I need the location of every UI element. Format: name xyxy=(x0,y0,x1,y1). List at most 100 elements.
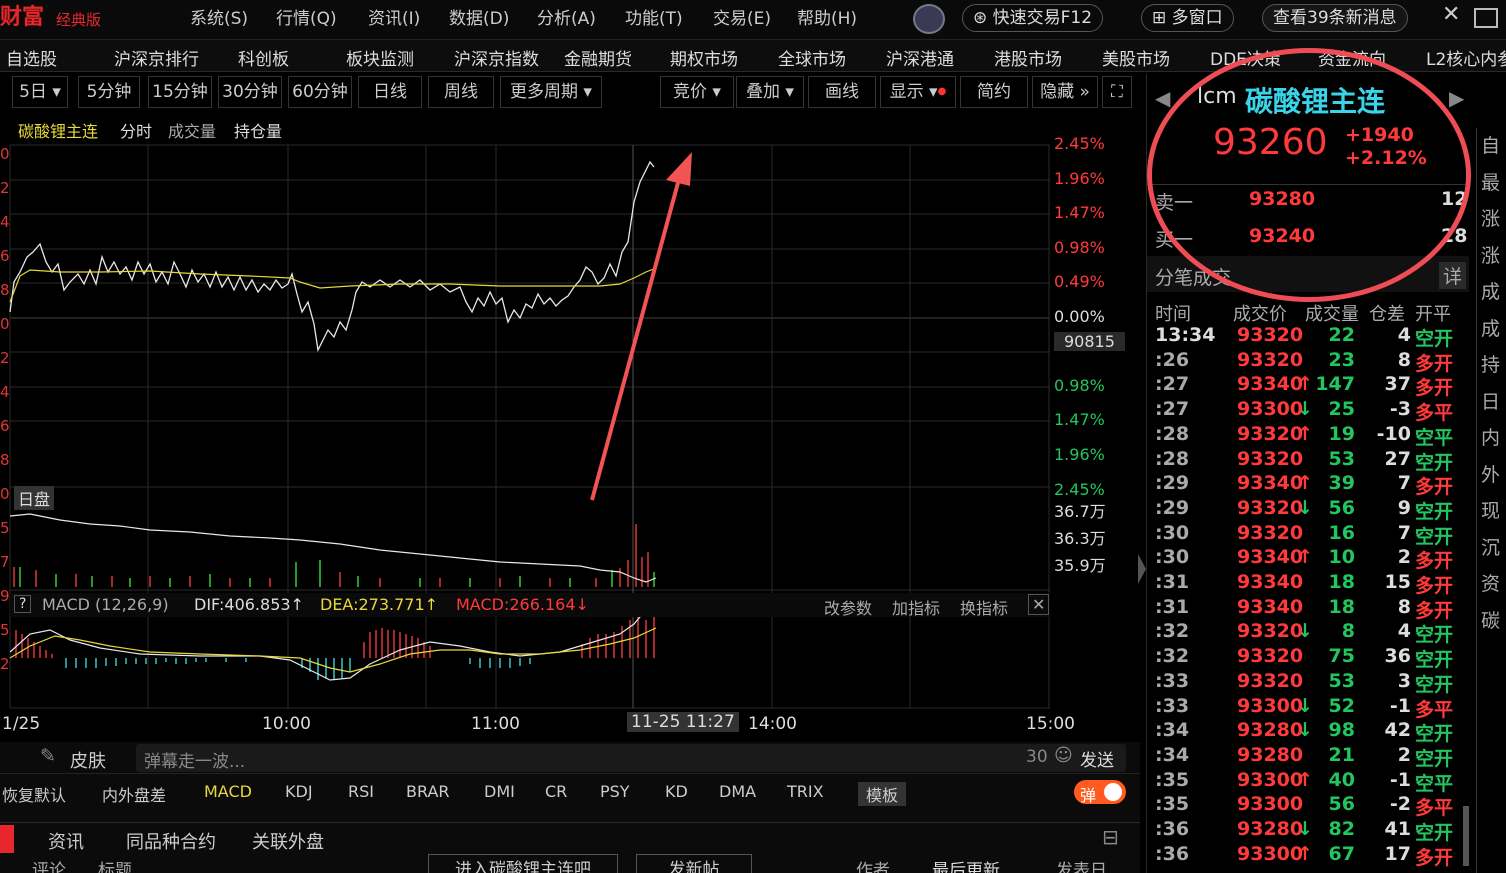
prev-instrument-icon[interactable]: ◀ xyxy=(1155,86,1170,110)
indicator-kdj[interactable]: KDJ xyxy=(285,782,313,801)
period-5day[interactable]: 5日 ▾ xyxy=(12,76,68,108)
side-label[interactable]: 成 xyxy=(1481,274,1506,311)
tool-simple[interactable]: 简约 xyxy=(960,76,1028,108)
side-label[interactable]: 日 xyxy=(1481,384,1506,421)
forum-title-col: 标题 xyxy=(98,861,132,873)
danmu-toggle[interactable]: 弹 xyxy=(1074,780,1126,805)
robot-assistant-icon[interactable] xyxy=(913,4,945,34)
tab-same-contracts[interactable]: 同品种合约 xyxy=(126,828,216,854)
nav-financial-futures[interactable]: 金融期货 xyxy=(564,45,632,70)
side-label[interactable]: 内 xyxy=(1481,420,1506,457)
nav-ranking[interactable]: 沪深京排行 xyxy=(114,45,199,70)
nav-us[interactable]: 美股市场 xyxy=(1102,45,1170,70)
panel-collapse-arrow-icon[interactable] xyxy=(1138,554,1146,584)
menu-analysis[interactable]: 分析(A) xyxy=(537,4,596,29)
quick-trade-button[interactable]: ⊛ 快速交易F12 xyxy=(962,4,1104,32)
restore-default-button[interactable]: 恢复默认 xyxy=(2,782,66,806)
indicator-dma[interactable]: DMA xyxy=(719,782,756,801)
tick-row: :35 93300 ↑ 40 -1 空平 xyxy=(1147,769,1467,795)
fullscreen-icon[interactable]: ⛶ xyxy=(1102,76,1132,108)
menu-trade[interactable]: 交易(E) xyxy=(713,4,771,29)
indicator-rsi[interactable]: RSI xyxy=(348,782,374,801)
next-instrument-icon[interactable]: ▶ xyxy=(1449,86,1464,110)
scrollbar[interactable] xyxy=(1463,806,1469,866)
nav-connect[interactable]: 沪深港通 xyxy=(886,45,954,70)
indicator-dmi[interactable]: DMI xyxy=(484,782,515,801)
period-60min[interactable]: 60分钟 xyxy=(288,76,352,108)
tick-open-close: 空开 xyxy=(1415,624,1454,647)
period-daily[interactable]: 日线 xyxy=(358,76,422,108)
news-message-button[interactable]: 查看39条新消息 xyxy=(1262,4,1408,32)
menu-system[interactable]: 系统(S) xyxy=(190,4,248,29)
add-indicator-button[interactable]: 加指标 xyxy=(892,595,940,619)
help-icon[interactable]: ? xyxy=(14,595,32,613)
nav-options[interactable]: 期权市场 xyxy=(670,45,738,70)
side-label[interactable]: 沉 xyxy=(1481,530,1506,567)
tool-draw[interactable]: 画线 xyxy=(808,76,876,108)
nav-l2[interactable]: L2核心内参 xyxy=(1426,45,1506,70)
period-weekly[interactable]: 周线 xyxy=(428,76,494,108)
multi-window-button[interactable]: ⊞ 多窗口 xyxy=(1141,4,1234,32)
indicator-kd[interactable]: KD xyxy=(665,782,688,801)
indicator-brar[interactable]: BRAR xyxy=(406,782,450,801)
ticks-detail-button[interactable]: 详 xyxy=(1439,262,1467,289)
tick-volume: 53 xyxy=(1328,447,1355,470)
indicator-inout[interactable]: 内外盘差 xyxy=(102,782,166,806)
panel-resize-icon[interactable]: ⊟ xyxy=(1102,825,1119,849)
side-label[interactable]: 现 xyxy=(1481,493,1506,530)
nav-watchlist[interactable]: 自选股 xyxy=(6,45,57,70)
indicator-trix[interactable]: TRIX xyxy=(787,782,824,801)
danmu-input[interactable]: 弹幕走一波... 30 ☺ 发送 xyxy=(136,744,1126,772)
side-label[interactable]: 碳 xyxy=(1481,603,1506,640)
indicator-psy[interactable]: PSY xyxy=(600,782,630,801)
side-label[interactable]: 外 xyxy=(1481,457,1506,494)
indicator-template[interactable]: 模板 xyxy=(858,782,907,806)
pct-label-zero: 0.00% xyxy=(1054,307,1105,326)
side-label[interactable]: 涨 xyxy=(1481,201,1506,238)
menu-functions[interactable]: 功能(T) xyxy=(625,4,683,29)
enter-forum-button[interactable]: 进入碳酸锂主连吧 xyxy=(428,854,618,873)
change-params-button[interactable]: 改参数 xyxy=(824,595,872,619)
indicator-cr[interactable]: CR xyxy=(545,782,567,801)
side-label[interactable]: 持 xyxy=(1481,347,1506,384)
tab-news[interactable]: 资讯 xyxy=(48,828,84,854)
side-label[interactable]: 最 xyxy=(1481,165,1506,202)
side-label[interactable]: 涨 xyxy=(1481,238,1506,275)
macd-label[interactable]: MACD (12,26,9) xyxy=(42,595,169,614)
close-icon[interactable]: ✕ xyxy=(1442,2,1460,27)
tool-overlay[interactable]: 叠加 ▾ xyxy=(736,76,804,108)
tool-auction[interactable]: 竞价 ▾ xyxy=(660,76,734,108)
menu-data[interactable]: 数据(D) xyxy=(449,4,509,29)
tick-row: :30 93320 16 7 空开 xyxy=(1147,522,1467,548)
menu-help[interactable]: 帮助(H) xyxy=(797,4,857,29)
nav-star-market[interactable]: 科创板 xyxy=(238,45,289,70)
nav-sector-monitor[interactable]: 板块监测 xyxy=(346,45,414,70)
mail-icon[interactable] xyxy=(1474,8,1498,28)
forum-last-updated-col[interactable]: 最后更新 xyxy=(932,856,1000,873)
menu-news[interactable]: 资讯(I) xyxy=(368,4,420,29)
period-30min[interactable]: 30分钟 xyxy=(218,76,282,108)
side-label[interactable]: 成 xyxy=(1481,311,1506,348)
nav-global[interactable]: 全球市场 xyxy=(778,45,846,70)
switch-indicator-button[interactable]: 换指标 xyxy=(960,595,1008,619)
side-label[interactable]: 自 xyxy=(1481,128,1506,165)
indicator-macd[interactable]: MACD xyxy=(204,782,252,801)
period-15min[interactable]: 15分钟 xyxy=(148,76,212,108)
nav-hk[interactable]: 港股市场 xyxy=(994,45,1062,70)
emoji-icon[interactable]: ☺ xyxy=(1054,745,1073,766)
tool-display[interactable]: 显示 ▾● xyxy=(880,76,956,108)
close-indicator-icon[interactable]: ✕ xyxy=(1028,594,1050,615)
side-label[interactable]: 资 xyxy=(1481,566,1506,603)
skin-button[interactable]: 皮肤 xyxy=(70,747,106,773)
period-more[interactable]: 更多周期 ▾ xyxy=(500,76,602,108)
nav-indices[interactable]: 沪深京指数 xyxy=(454,45,539,70)
tool-hide[interactable]: 隐藏 » xyxy=(1032,76,1098,108)
skin-icon[interactable]: ✎ xyxy=(40,745,56,767)
chart-area[interactable]: 碳酸锂主连 分时 成交量 持仓量 2.45% 1.96% 1.47% 0.98%… xyxy=(0,112,1140,742)
new-post-button[interactable]: 发新帖 xyxy=(636,854,752,873)
tick-open-close: 多开 xyxy=(1415,550,1454,573)
tab-foreign[interactable]: 关联外盘 xyxy=(252,828,324,854)
menu-quotes[interactable]: 行情(Q) xyxy=(276,4,337,29)
danmu-send-button[interactable]: 发送 xyxy=(1080,746,1114,771)
period-5min[interactable]: 5分钟 xyxy=(78,76,140,108)
